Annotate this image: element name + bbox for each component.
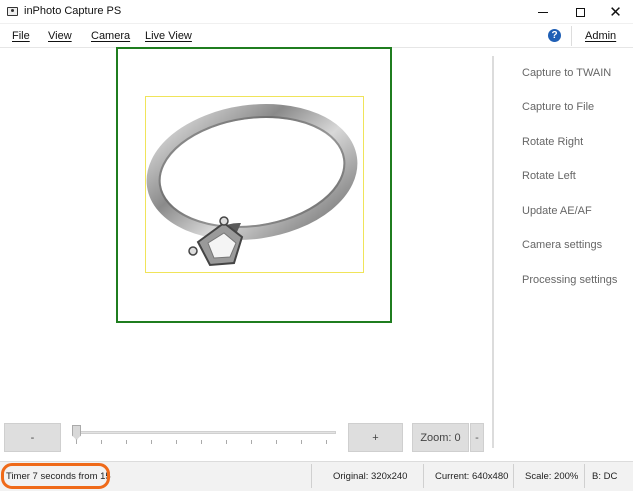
- zoom-dropdown-button[interactable]: -: [470, 423, 484, 452]
- slider-tick: [76, 440, 77, 444]
- zoom-out-button[interactable]: -: [4, 423, 61, 452]
- menu-live-view[interactable]: Live View: [145, 30, 192, 42]
- close-icon: ✕: [609, 2, 622, 21]
- slider-tick: [126, 440, 127, 444]
- slider-tick: [201, 440, 202, 444]
- minimize-button[interactable]: [525, 0, 560, 24]
- slider-tick: [251, 440, 252, 444]
- status-divider: [423, 464, 424, 488]
- current-resolution: Current: 640x480: [435, 471, 509, 482]
- rotate-left-button[interactable]: Rotate Left: [522, 170, 576, 182]
- side-panel-divider: [492, 56, 494, 448]
- close-button[interactable]: ✕: [598, 0, 633, 24]
- camera-settings-button[interactable]: Camera settings: [522, 239, 602, 251]
- scale-status: Scale: 200%: [525, 471, 579, 482]
- slider-tick: [176, 440, 177, 444]
- window-title: inPhoto Capture PS: [24, 5, 122, 17]
- status-divider: [513, 464, 514, 488]
- slider-tick: [301, 440, 302, 444]
- zoom-in-button[interactable]: +: [348, 423, 403, 452]
- update-ae-af-button[interactable]: Update AE/AF: [522, 205, 592, 217]
- capture-to-twain-button[interactable]: Capture to TWAIN: [522, 67, 611, 79]
- capture-to-file-button[interactable]: Capture to File: [522, 101, 594, 113]
- zoom-value-field[interactable]: Zoom: 0: [412, 423, 469, 452]
- slider-tick: [151, 440, 152, 444]
- zoom-slider-track[interactable]: [72, 431, 336, 434]
- camera-app-icon: [7, 7, 18, 16]
- status-divider: [584, 464, 585, 488]
- slider-tick: [226, 440, 227, 444]
- help-icon[interactable]: ?: [548, 29, 561, 42]
- slider-tick: [276, 440, 277, 444]
- minimize-icon: [537, 11, 548, 13]
- slider-tick: [326, 440, 327, 444]
- b-status: B: DC: [592, 471, 618, 482]
- timer-highlight-annotation: [1, 463, 110, 489]
- rotate-right-button[interactable]: Rotate Right: [522, 136, 583, 148]
- maximize-icon: [576, 7, 585, 17]
- menu-file[interactable]: File: [12, 30, 30, 42]
- title-bar: inPhoto Capture PS ✕: [0, 0, 633, 24]
- ring-photo: [146, 104, 358, 267]
- menu-bar: File View Camera Live View Admin: [0, 24, 633, 48]
- maximize-button[interactable]: [563, 0, 598, 24]
- menu-divider: [571, 26, 572, 46]
- menu-view[interactable]: View: [48, 30, 72, 42]
- status-divider: [311, 464, 312, 488]
- original-resolution: Original: 320x240: [333, 471, 408, 482]
- processing-settings-button[interactable]: Processing settings: [522, 274, 617, 286]
- menu-camera[interactable]: Camera: [91, 30, 130, 42]
- slider-tick: [101, 440, 102, 444]
- menu-admin[interactable]: Admin: [585, 30, 616, 42]
